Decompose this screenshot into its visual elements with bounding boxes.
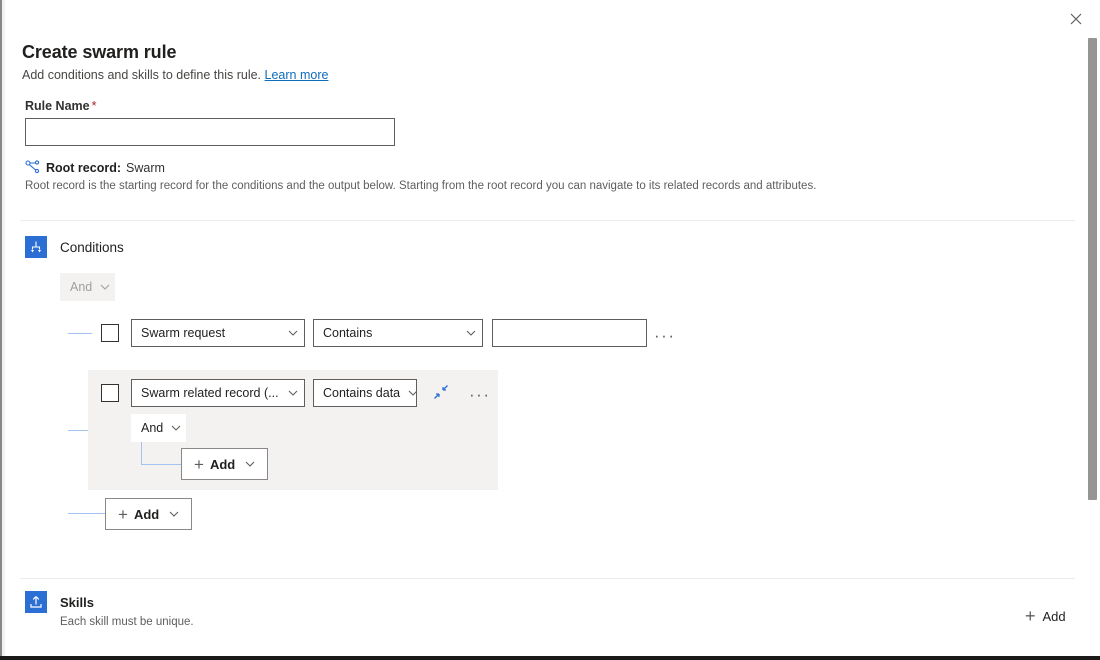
divider-skills (20, 578, 1075, 579)
connector-inner-vertical (141, 442, 142, 464)
condition-row-1-operator-dropdown[interactable]: Contains (313, 319, 483, 347)
condition-row-1-value-input[interactable] (492, 319, 647, 347)
required-marker: * (92, 99, 97, 113)
rule-name-label-text: Rule Name (25, 99, 90, 113)
root-record-label: Root record: (46, 161, 121, 175)
condition-group-inner-operator-value: And (141, 421, 163, 435)
condition-row-1-checkbox[interactable] (101, 324, 119, 342)
chevron-down-icon (171, 425, 181, 432)
conditions-top-operator-dropdown[interactable]: And (60, 273, 115, 301)
root-record: Root record: Swarm (25, 160, 165, 175)
collapse-arrows-icon (433, 384, 449, 400)
skills-title: Skills (60, 595, 94, 610)
learn-more-link[interactable]: Learn more (265, 68, 329, 82)
condition-group-attribute-value: Swarm related record (... (141, 386, 279, 400)
chevron-down-icon (288, 390, 298, 397)
condition-group-add-label: Add (210, 457, 235, 472)
condition-row-1-attribute-value: Swarm request (141, 326, 225, 340)
condition-group-checkbox[interactable] (101, 384, 119, 402)
connector-inner-horizontal (141, 464, 181, 465)
condition-group-inner-operator-dropdown[interactable]: And (131, 414, 186, 442)
scrollbar-thumb[interactable] (1088, 38, 1097, 500)
create-swarm-rule-panel: Create swarm rule Add conditions and ski… (5, 0, 1100, 660)
chevron-down-icon (245, 461, 255, 468)
footer-bar (0, 656, 1100, 660)
skills-subtitle: Each skill must be unique. (60, 616, 194, 628)
condition-group-operator-value: Contains data (323, 386, 400, 400)
upload-glyph-icon (29, 595, 43, 609)
chevron-down-icon (169, 511, 179, 518)
divider-conditions (20, 220, 1075, 221)
chevron-down-icon (466, 330, 476, 337)
close-icon (1070, 13, 1082, 25)
condition-group-attribute-dropdown[interactable]: Swarm related record (... (131, 379, 305, 407)
connector-outer-add (68, 513, 105, 514)
page-title: Create swarm rule (22, 42, 922, 63)
chevron-down-icon (100, 284, 110, 291)
condition-group-overflow-menu[interactable]: ··· (469, 386, 490, 403)
conditions-top-operator-value: And (70, 280, 92, 294)
plus-icon: + (1025, 607, 1036, 625)
plus-icon: + (118, 506, 128, 523)
connector-row-1 (68, 333, 92, 334)
panel-subtitle: Add conditions and skills to define this… (22, 68, 922, 82)
skills-icon (25, 591, 47, 613)
conditions-glyph-icon (29, 240, 43, 254)
condition-group-add-button[interactable]: + Add (181, 448, 268, 480)
collapse-icon[interactable] (433, 384, 449, 400)
conditions-icon (25, 236, 47, 258)
condition-group-operator-dropdown[interactable]: Contains data (313, 379, 417, 407)
root-record-value: Swarm (126, 161, 165, 175)
conditions-title: Conditions (60, 240, 124, 255)
root-record-description: Root record is the starting record for t… (25, 180, 1025, 192)
skills-add-label: Add (1043, 609, 1066, 624)
skills-add-button[interactable]: + Add (1025, 607, 1066, 625)
plus-icon: + (194, 456, 204, 473)
chevron-down-icon (408, 390, 417, 397)
condition-row-1-overflow-menu[interactable]: ··· (654, 327, 675, 344)
condition-row-1-attribute-dropdown[interactable]: Swarm request (131, 319, 305, 347)
panel-header: Create swarm rule Add conditions and ski… (22, 42, 922, 82)
relationship-icon (25, 160, 41, 175)
panel-subtitle-text: Add conditions and skills to define this… (22, 68, 261, 82)
rule-name-input[interactable] (25, 118, 395, 146)
rule-name-label: Rule Name* (25, 99, 96, 113)
conditions-add-label: Add (134, 507, 159, 522)
chevron-down-icon (288, 330, 298, 337)
conditions-add-button[interactable]: + Add (105, 498, 192, 530)
condition-row-1-operator-value: Contains (323, 326, 372, 340)
